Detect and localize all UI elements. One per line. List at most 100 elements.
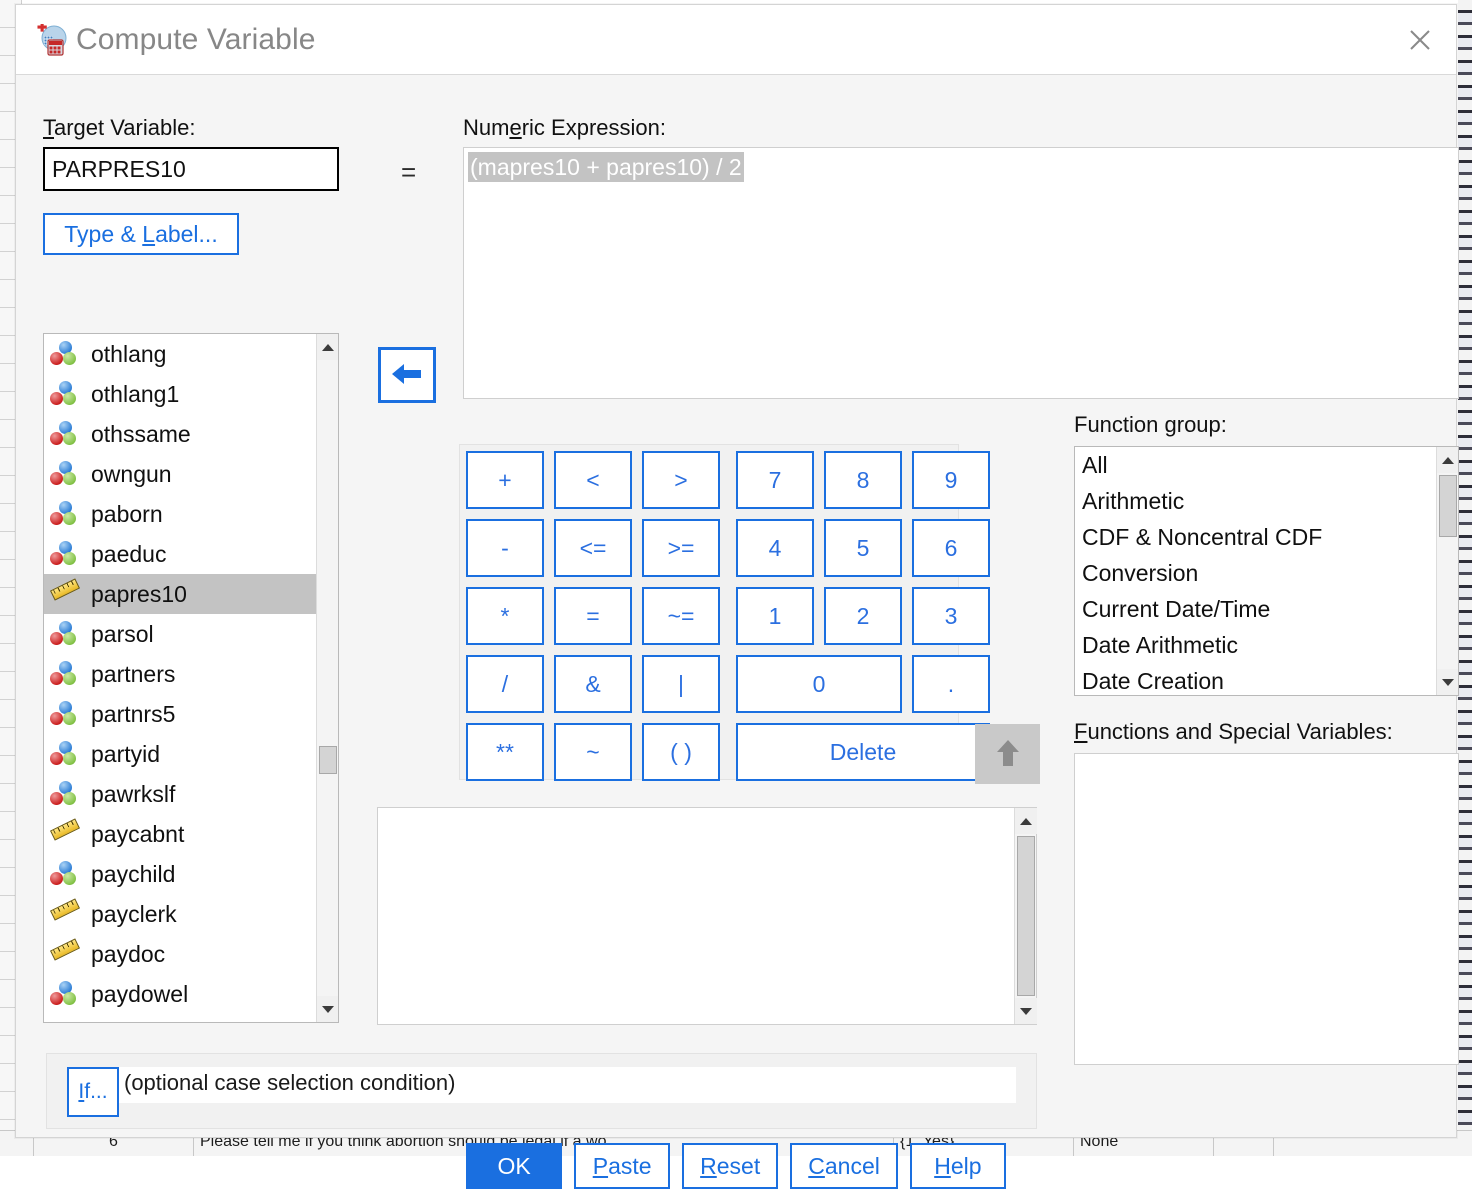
- variable-list-item[interactable]: paydowel: [44, 974, 316, 1014]
- variable-list-item[interactable]: paeduc: [44, 534, 316, 574]
- function-group-scroll-thumb[interactable]: [1439, 475, 1457, 537]
- if-condition-panel: If... (optional case selection condition…: [46, 1053, 1037, 1129]
- key-7[interactable]: 7: [736, 451, 814, 509]
- help-button[interactable]: Help: [910, 1143, 1006, 1189]
- variable-list-scrollbar[interactable]: [316, 334, 338, 1022]
- variable-list-item-label: paydowel: [91, 981, 188, 1008]
- variable-list-item[interactable]: paycabnt: [44, 814, 316, 854]
- key-power[interactable]: **: [466, 723, 544, 781]
- variable-list-item[interactable]: payclerk: [44, 894, 316, 934]
- numeric-expression-input[interactable]: (mapres10 + papres10) / 2: [463, 147, 1459, 399]
- cancel-button-accel: C: [808, 1153, 825, 1179]
- key-divide[interactable]: /: [466, 655, 544, 713]
- variable-list-item[interactable]: pawrkslf: [44, 774, 316, 814]
- key-multiply[interactable]: *: [466, 587, 544, 645]
- function-group-item[interactable]: All: [1075, 447, 1436, 483]
- function-group-item[interactable]: CDF & Noncentral CDF: [1075, 519, 1436, 555]
- expression-preview-scrollbar[interactable]: [1014, 808, 1036, 1024]
- compute-variable-icon: [34, 24, 68, 56]
- variable-list-item[interactable]: partyid: [44, 734, 316, 774]
- variable-list-item[interactable]: othssame: [44, 414, 316, 454]
- key-not[interactable]: ~: [554, 723, 632, 781]
- key-8[interactable]: 8: [824, 451, 902, 509]
- move-variable-button[interactable]: [378, 347, 436, 403]
- function-group-item[interactable]: Current Date/Time: [1075, 591, 1436, 627]
- variable-list[interactable]: othlangothlang1othssameowngunpabornpaedu…: [43, 333, 339, 1023]
- key-plus[interactable]: +: [466, 451, 544, 509]
- cancel-button[interactable]: Cancel: [790, 1143, 898, 1189]
- key-decimal[interactable]: .: [912, 655, 990, 713]
- key-minus[interactable]: -: [466, 519, 544, 577]
- key-1[interactable]: 1: [736, 587, 814, 645]
- if-condition-text[interactable]: (optional case selection condition): [119, 1067, 1016, 1103]
- variable-list-scroll-down-icon[interactable]: [317, 996, 339, 1022]
- variable-list-item[interactable]: othlang: [44, 334, 316, 374]
- reset-button[interactable]: Reset: [682, 1143, 778, 1189]
- variable-list-item[interactable]: othlang1: [44, 374, 316, 414]
- key-6[interactable]: 6: [912, 519, 990, 577]
- key-or[interactable]: |: [642, 655, 720, 713]
- function-group-accel: g: [1165, 412, 1177, 437]
- function-group-scrollbar[interactable]: [1436, 447, 1458, 695]
- function-group-list[interactable]: AllArithmeticCDF & Noncentral CDFConvers…: [1074, 446, 1459, 696]
- scale-measure-icon: [50, 581, 82, 607]
- variable-list-item[interactable]: paychild: [44, 854, 316, 894]
- nominal-measure-icon: [50, 741, 82, 767]
- nominal-measure-icon: [50, 421, 82, 447]
- key-delete[interactable]: Delete: [736, 723, 990, 781]
- key-parentheses[interactable]: ( ): [642, 723, 720, 781]
- nominal-measure-icon: [50, 541, 82, 567]
- function-group-scroll-down-icon[interactable]: [1437, 669, 1459, 695]
- type-and-label-button[interactable]: Type & Label...: [43, 213, 239, 255]
- close-icon[interactable]: [1398, 18, 1442, 62]
- variable-list-scroll-up-icon[interactable]: [317, 334, 339, 360]
- key-5[interactable]: 5: [824, 519, 902, 577]
- numeric-expression-value: (mapres10 + papres10) / 2: [468, 152, 744, 182]
- variable-list-item[interactable]: partnrs5: [44, 694, 316, 734]
- variable-list-item[interactable]: owngun: [44, 454, 316, 494]
- ok-button[interactable]: OK: [466, 1143, 562, 1189]
- function-group-item[interactable]: Date Arithmetic: [1075, 627, 1436, 663]
- variable-list-item-label: paycabnt: [91, 821, 184, 848]
- variable-list-item[interactable]: partners: [44, 654, 316, 694]
- function-group-item[interactable]: Date Creation: [1075, 663, 1436, 695]
- variable-list-item[interactable]: parsol: [44, 614, 316, 654]
- key-and[interactable]: &: [554, 655, 632, 713]
- variable-list-scroll-track[interactable]: [317, 360, 338, 996]
- key-0[interactable]: 0: [736, 655, 902, 713]
- function-group-item[interactable]: Conversion: [1075, 555, 1436, 591]
- function-group-item[interactable]: Arithmetic: [1075, 483, 1436, 519]
- expression-preview-list[interactable]: [377, 807, 1037, 1025]
- key-equals[interactable]: =: [554, 587, 632, 645]
- variable-list-scroll-thumb[interactable]: [319, 746, 337, 774]
- if-button[interactable]: If...: [67, 1067, 119, 1117]
- key-less-than[interactable]: <: [554, 451, 632, 509]
- key-greater-equal[interactable]: >=: [642, 519, 720, 577]
- key-greater-than[interactable]: >: [642, 451, 720, 509]
- if-button-rest: f...: [84, 1080, 107, 1104]
- variable-list-item[interactable]: papres10: [44, 574, 316, 614]
- key-3[interactable]: 3: [912, 587, 990, 645]
- expression-preview-scroll-up-icon[interactable]: [1015, 808, 1037, 834]
- target-variable-accel: T: [43, 115, 54, 140]
- function-group-scroll-up-icon[interactable]: [1437, 447, 1459, 473]
- help-button-accel: H: [934, 1153, 951, 1179]
- expression-preview-scroll-thumb[interactable]: [1017, 836, 1035, 996]
- functions-special-variables-list[interactable]: [1074, 753, 1459, 1065]
- target-variable-input[interactable]: [43, 147, 339, 191]
- key-2[interactable]: 2: [824, 587, 902, 645]
- functions-special-variables-label: Functions and Special Variables:: [1074, 719, 1393, 745]
- key-not-equal[interactable]: ~=: [642, 587, 720, 645]
- key-9[interactable]: 9: [912, 451, 990, 509]
- variable-list-item[interactable]: paydoc: [44, 934, 316, 974]
- key-less-equal[interactable]: <=: [554, 519, 632, 577]
- key-4[interactable]: 4: [736, 519, 814, 577]
- nominal-measure-icon: [50, 781, 82, 807]
- variable-list-item-label: papres10: [91, 581, 187, 608]
- left-arrow-icon: [390, 361, 424, 390]
- ok-button-label: OK: [498, 1153, 531, 1179]
- expression-preview-scroll-down-icon[interactable]: [1015, 998, 1037, 1024]
- variable-list-item[interactable]: paborn: [44, 494, 316, 534]
- variable-list-item-label: partyid: [91, 741, 160, 768]
- paste-button[interactable]: Paste: [574, 1143, 670, 1189]
